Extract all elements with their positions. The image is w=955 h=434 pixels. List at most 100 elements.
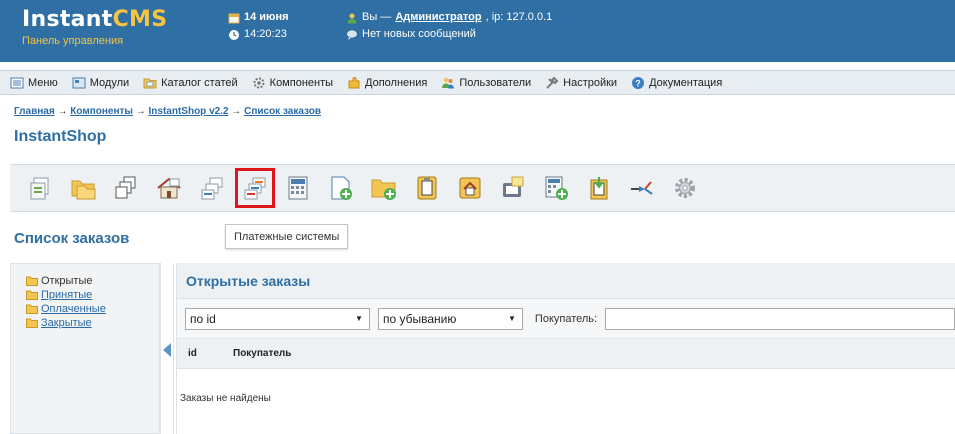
help-icon: ? <box>632 76 645 89</box>
settings-icon <box>546 76 559 89</box>
folder-icon <box>26 276 38 286</box>
folder-icon <box>26 290 38 300</box>
breadcrumb-orders[interactable]: Список заказов <box>244 106 321 117</box>
toolbar-button-orders[interactable] <box>192 168 232 208</box>
breadcrumb-separator: → <box>54 106 71 117</box>
menu-item-label: Документация <box>649 76 723 89</box>
menu-item-docs[interactable]: ? Документация <box>631 76 722 90</box>
toolbar-button-export[interactable] <box>579 168 619 208</box>
menu-item-components[interactable]: Компоненты <box>252 76 333 90</box>
menu-item-users[interactable]: Пользователи <box>441 76 531 90</box>
toolbar-button-price[interactable] <box>536 168 576 208</box>
messages-icon <box>347 29 357 40</box>
logo-accent: CMS <box>112 7 168 32</box>
menu-item-label: Пользователи <box>459 76 532 89</box>
catalog-icon <box>143 78 157 88</box>
section-title: Список заказов <box>14 230 130 247</box>
main-menu: Меню Модули Каталог статей Компоненты До… <box>0 70 955 95</box>
orders-status-sidebar: Открытые Принятые Оплаченные Закрытые <box>10 263 160 434</box>
menu-item-label: Настройки <box>563 76 618 89</box>
user-icon <box>347 13 357 23</box>
sidebar-item-label[interactable]: Оплаченные <box>41 302 106 316</box>
toolbar-button-categories[interactable] <box>63 168 103 208</box>
panel-title: Открытые заказы <box>177 263 955 299</box>
logo-subtitle: Панель управления <box>22 35 124 47</box>
messages-text[interactable]: Нет новых сообщений <box>362 26 476 43</box>
toolbar-button-vendors[interactable] <box>106 168 146 208</box>
sidebar-item-label: Открытые <box>41 275 93 287</box>
time-text: 14:20:23 <box>244 28 287 40</box>
column-header-id[interactable]: id <box>177 348 213 359</box>
discounts-icon <box>288 176 308 200</box>
sidebar-item-open[interactable]: Открытые <box>26 274 159 288</box>
breadcrumb-separator: → <box>228 106 245 117</box>
toolbar-button-add-item[interactable] <box>321 168 361 208</box>
component-toolbar <box>10 164 955 212</box>
table-header: id Покупатель <box>177 339 955 369</box>
menu-item-catalog[interactable]: Каталог статей <box>143 76 238 90</box>
orders-panel: Открытые заказы по id ▼ по убыванию ▼ По… <box>176 263 955 434</box>
toolbar-button-delivery[interactable] <box>149 168 189 208</box>
toolbar-button-add-vendor[interactable] <box>450 168 490 208</box>
folder-icon <box>26 318 38 328</box>
menu-item-label: Меню <box>28 76 58 89</box>
date-text: 14 июня <box>244 11 289 23</box>
breadcrumb-home[interactable]: Главная <box>14 106 55 117</box>
menu-item-label: Компоненты <box>269 76 334 89</box>
menu-item-settings[interactable]: Настройки <box>545 76 617 90</box>
toolbar-button-tools[interactable] <box>622 168 662 208</box>
toolbar-button-config[interactable] <box>665 168 705 208</box>
dropdown-arrow-icon: ▼ <box>508 314 516 323</box>
tools-icon <box>631 181 653 195</box>
sort-order-select[interactable]: по убыванию ▼ <box>377 307 523 330</box>
add-field-icon <box>417 176 437 200</box>
toolbar-button-import[interactable] <box>493 168 533 208</box>
export-icon <box>590 177 608 200</box>
user-prefix: Вы — <box>362 11 392 23</box>
menu-item-menu[interactable]: Меню <box>10 76 58 90</box>
logo[interactable]: InstantCMS Панель управления <box>22 7 168 48</box>
toolbar-button-items[interactable] <box>20 168 60 208</box>
sidebar-item-closed[interactable]: Закрытые <box>26 316 159 330</box>
sidebar-item-label[interactable]: Принятые <box>41 288 92 302</box>
menu-item-modules[interactable]: Модули <box>72 76 129 90</box>
empty-message: Заказы не найдены <box>180 393 271 404</box>
filter-bar: по id ▼ по убыванию ▼ Покупатель: <box>177 299 955 339</box>
sidebar-item-accepted[interactable]: Принятые <box>26 288 159 302</box>
sort-field-select[interactable]: по id ▼ <box>185 307 370 330</box>
breadcrumb-instantshop[interactable]: InstantShop v2.2 <box>149 106 229 117</box>
breadcrumb: Главная → Компоненты → InstantShop v2.2 … <box>14 106 321 117</box>
logo-main: Instant <box>22 7 113 32</box>
vendors-icon <box>115 176 136 199</box>
menu-item-label: Модули <box>89 76 130 89</box>
items-icon <box>30 177 49 200</box>
toolbar-button-discounts[interactable] <box>278 168 318 208</box>
folder-icon <box>26 304 38 314</box>
toolbar-button-payment-systems[interactable] <box>235 168 275 208</box>
sidebar-item-paid[interactable]: Оплаченные <box>26 302 159 316</box>
menu-item-plugins[interactable]: Дополнения <box>347 76 427 90</box>
dropdown-arrow-icon: ▼ <box>355 314 363 323</box>
orders-icon <box>201 177 223 200</box>
menu-item-label: Дополнения <box>365 76 428 89</box>
components-icon <box>253 77 265 88</box>
sidebar-item-label[interactable]: Закрытые <box>41 316 92 330</box>
svg-text:?: ? <box>635 78 641 88</box>
collapse-arrow-icon[interactable] <box>163 343 171 357</box>
user-block: Вы — Администратор , ip: 127.0.0.1 Нет но… <box>346 9 552 43</box>
breadcrumb-components[interactable]: Компоненты <box>70 106 133 117</box>
column-header-buyer[interactable]: Покупатель <box>213 348 291 359</box>
sort-field-value: по id <box>190 311 216 326</box>
toolbar-button-add-field[interactable] <box>407 168 447 208</box>
buyer-filter-input[interactable] <box>605 307 955 330</box>
buyer-filter-label: Покупатель: <box>534 312 598 325</box>
sidebar-collapse-bar[interactable] <box>160 263 174 434</box>
config-icon <box>675 178 695 198</box>
ip-text: , ip: 127.0.0.1 <box>485 11 553 23</box>
breadcrumb-separator: → <box>132 106 149 117</box>
header: InstantCMS Панель управления 14 июня 14:… <box>0 0 955 62</box>
page-title: InstantShop <box>14 128 107 145</box>
calendar-icon <box>228 13 240 23</box>
toolbar-button-add-category[interactable] <box>364 168 404 208</box>
user-name-link[interactable]: Администратор <box>395 9 481 26</box>
